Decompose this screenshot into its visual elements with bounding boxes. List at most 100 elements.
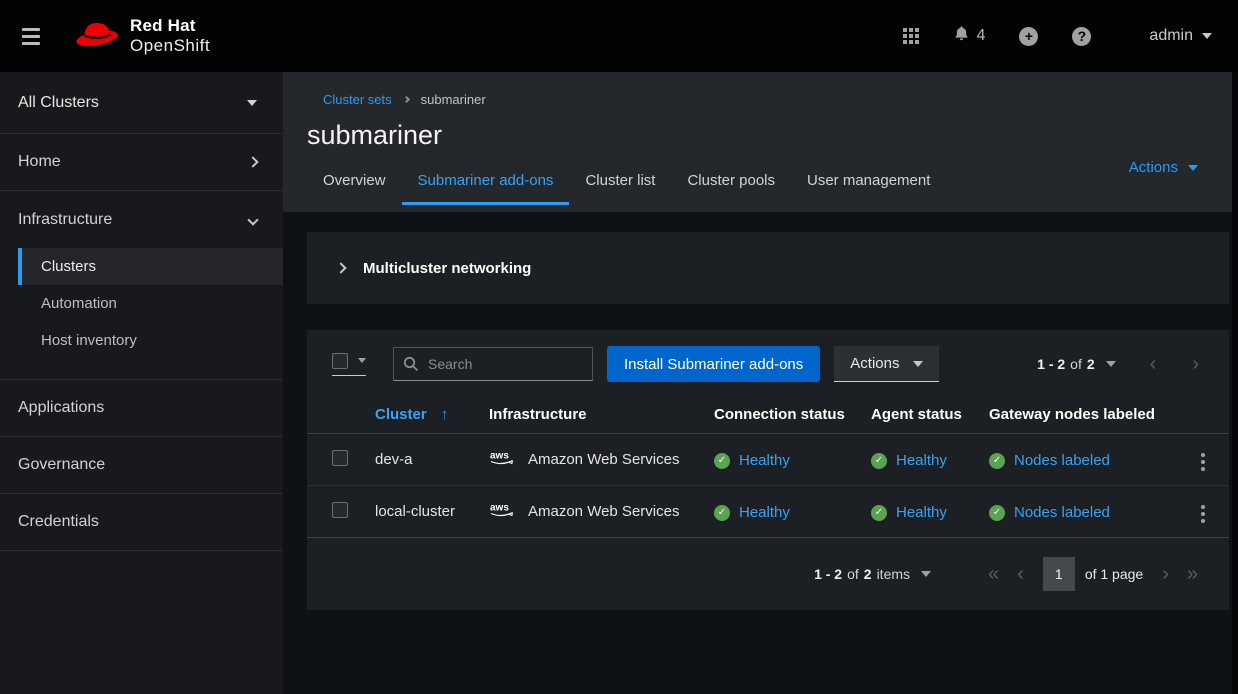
svg-text:aws: aws bbox=[490, 503, 509, 514]
pagination-summary-dropdown[interactable]: 1 - 2 of 2 bbox=[1037, 356, 1116, 372]
sidebar-item-credentials[interactable]: Credentials bbox=[0, 494, 283, 551]
table-row: dev-a aws Amazon Web Services ✓ Healthy bbox=[307, 434, 1229, 486]
infrastructure-name: Amazon Web Services bbox=[528, 451, 679, 468]
sidebar-item-home[interactable]: Home bbox=[0, 134, 283, 191]
sidebar-item-host-inventory[interactable]: Host inventory bbox=[18, 322, 283, 359]
page-header: Cluster sets submariner submariner Overv… bbox=[283, 72, 1238, 212]
gateway-nodes-link[interactable]: Nodes labeled bbox=[1014, 504, 1110, 521]
cluster-selector-label: All Clusters bbox=[18, 94, 99, 112]
breadcrumb-current: submariner bbox=[421, 92, 486, 107]
app-launcher-grid-icon[interactable] bbox=[903, 28, 919, 44]
chevron-down-icon bbox=[1202, 33, 1212, 39]
create-plus-icon[interactable]: + bbox=[1019, 27, 1038, 46]
sidebar-item-label: Infrastructure bbox=[18, 211, 112, 229]
cluster-name: dev-a bbox=[367, 434, 481, 486]
caret-down-icon bbox=[358, 358, 366, 363]
row-select-checkbox[interactable] bbox=[332, 450, 348, 466]
agent-status-link[interactable]: Healthy bbox=[896, 452, 947, 469]
sidebar-item-automation[interactable]: Automation bbox=[18, 285, 283, 322]
install-submariner-add-ons-button[interactable]: Install Submariner add-ons bbox=[607, 346, 820, 382]
caret-down-icon bbox=[1188, 165, 1198, 171]
row-kebab-menu[interactable] bbox=[1191, 442, 1215, 477]
connection-status-link[interactable]: Healthy bbox=[739, 452, 790, 469]
sidebar-item-label: Automation bbox=[41, 295, 117, 312]
aws-icon: aws bbox=[489, 501, 516, 522]
tab-cluster-pools[interactable]: Cluster pools bbox=[671, 160, 791, 205]
pagination-top: 1 - 2 of 2 ‹ › bbox=[1037, 354, 1199, 374]
expandable-section-title: Multicluster networking bbox=[363, 260, 531, 277]
check-circle-icon: ✓ bbox=[989, 453, 1005, 469]
sort-ascending-icon: ↑ bbox=[441, 406, 449, 423]
caret-down-icon bbox=[921, 571, 931, 577]
actions-label: Actions bbox=[850, 355, 899, 372]
infrastructure-name: Amazon Web Services bbox=[528, 503, 679, 520]
next-page-button[interactable]: › bbox=[1162, 564, 1169, 584]
previous-page-button[interactable]: ‹ bbox=[1150, 354, 1157, 374]
tab-bar: Overview Submariner add-ons Cluster list… bbox=[307, 160, 1238, 205]
bulk-select-dropdown[interactable] bbox=[332, 353, 366, 376]
caret-down-icon bbox=[913, 361, 923, 367]
pagination-summary-dropdown[interactable]: 1 - 2 of 2 items bbox=[814, 566, 931, 582]
brand[interactable]: Red Hat OpenShift bbox=[74, 16, 210, 55]
gateway-nodes-link[interactable]: Nodes labeled bbox=[1014, 452, 1110, 469]
sidebar-item-clusters[interactable]: Clusters bbox=[18, 248, 283, 285]
sidebar-item-label: Credentials bbox=[18, 513, 99, 531]
current-page-input[interactable] bbox=[1043, 557, 1075, 591]
chevron-right-icon bbox=[403, 96, 410, 103]
notification-count: 4 bbox=[977, 27, 986, 45]
tab-overview[interactable]: Overview bbox=[307, 160, 402, 205]
sidebar-item-applications[interactable]: Applications bbox=[0, 380, 283, 437]
search-input[interactable] bbox=[393, 347, 593, 381]
connection-status-link[interactable]: Healthy bbox=[739, 504, 790, 521]
tab-cluster-list[interactable]: Cluster list bbox=[569, 160, 671, 205]
submariner-table-card: Install Submariner add-ons Actions 1 - 2… bbox=[307, 330, 1229, 610]
row-kebab-menu[interactable] bbox=[1191, 494, 1215, 529]
row-select-checkbox[interactable] bbox=[332, 502, 348, 518]
check-circle-icon: ✓ bbox=[714, 453, 730, 469]
scrollbar[interactable] bbox=[1232, 72, 1238, 694]
help-icon[interactable]: ? bbox=[1072, 27, 1091, 46]
tab-user-management[interactable]: User management bbox=[791, 160, 946, 205]
brand-name: Red Hat bbox=[130, 16, 210, 36]
table-toolbar: Install Submariner add-ons Actions 1 - 2… bbox=[307, 330, 1229, 394]
sidebar-item-infrastructure[interactable]: Infrastructure bbox=[0, 191, 283, 248]
content-area: Multicluster networking Install Submarin… bbox=[283, 212, 1238, 694]
last-page-button[interactable]: » bbox=[1187, 564, 1198, 584]
redhat-fedora-logo-icon bbox=[74, 18, 120, 55]
previous-page-button[interactable]: ‹ bbox=[1017, 564, 1024, 584]
notifications-button[interactable]: 4 bbox=[953, 25, 986, 47]
pagination-bottom: 1 - 2 of 2 items « ‹ of 1 page › » bbox=[307, 538, 1229, 610]
tab-submariner-add-ons[interactable]: Submariner add-ons bbox=[402, 160, 570, 205]
pagination-of-label: of bbox=[1070, 356, 1082, 372]
column-header-infrastructure: Infrastructure bbox=[481, 394, 706, 434]
pagination-items-label: items bbox=[877, 566, 910, 582]
check-circle-icon: ✓ bbox=[871, 453, 887, 469]
chevron-down-icon bbox=[247, 214, 258, 225]
breadcrumb-cluster-sets-link[interactable]: Cluster sets bbox=[323, 92, 392, 107]
multicluster-networking-expandable[interactable]: Multicluster networking bbox=[307, 232, 1229, 304]
sidebar-item-label: Home bbox=[18, 153, 61, 171]
submariner-clusters-table: Cluster ↑ Infrastructure Connection stat… bbox=[307, 394, 1229, 538]
user-menu[interactable]: admin bbox=[1149, 27, 1212, 45]
toolbar-actions-dropdown[interactable]: Actions bbox=[834, 346, 939, 382]
check-circle-icon: ✓ bbox=[871, 505, 887, 521]
nav-toggle-hamburger-icon[interactable] bbox=[18, 24, 44, 49]
svg-text:aws: aws bbox=[490, 451, 509, 462]
kebab-icon bbox=[1201, 512, 1205, 516]
first-page-button[interactable]: « bbox=[988, 564, 999, 584]
pagination-range: 1 - 2 bbox=[814, 566, 842, 582]
agent-status-link[interactable]: Healthy bbox=[896, 504, 947, 521]
pagination-total: 2 bbox=[1087, 356, 1095, 372]
table-row: local-cluster aws Amazon Web Services ✓H… bbox=[307, 486, 1229, 538]
page-actions-dropdown[interactable]: Actions bbox=[1129, 159, 1198, 176]
select-all-checkbox[interactable] bbox=[332, 353, 348, 369]
cluster-context-selector[interactable]: All Clusters bbox=[0, 72, 283, 134]
kebab-icon bbox=[1201, 460, 1205, 464]
brand-product: OpenShift bbox=[130, 36, 210, 56]
check-circle-icon: ✓ bbox=[714, 505, 730, 521]
column-header-cluster[interactable]: Cluster ↑ bbox=[367, 394, 481, 434]
next-page-button[interactable]: › bbox=[1192, 354, 1199, 374]
search-icon bbox=[403, 356, 419, 372]
sidebar: All Clusters Home Infrastructure Cluster… bbox=[0, 72, 283, 694]
sidebar-item-governance[interactable]: Governance bbox=[0, 437, 283, 494]
